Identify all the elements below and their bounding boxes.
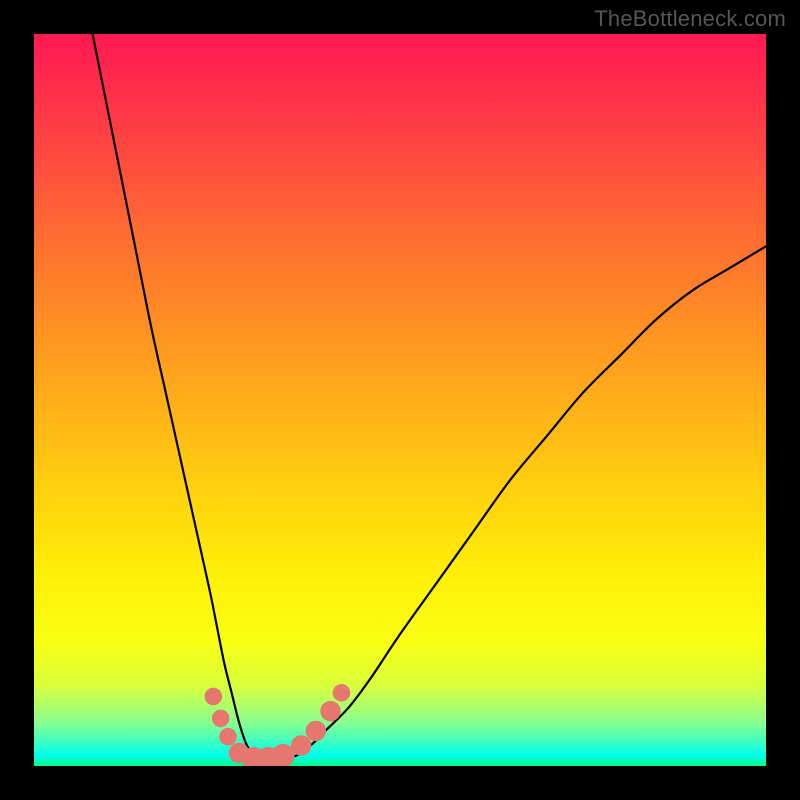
bottleneck-curve — [93, 34, 766, 759]
curve-marker — [306, 721, 326, 741]
chart-svg — [34, 34, 766, 766]
curve-marker — [212, 710, 230, 728]
chart-frame: TheBottleneck.com — [0, 0, 800, 800]
curve-marker — [320, 701, 340, 721]
curve-marker — [271, 744, 294, 766]
curve-marker — [291, 735, 311, 755]
chart-plot-area — [34, 34, 766, 766]
curve-markers — [205, 684, 351, 766]
curve-marker — [205, 688, 223, 706]
curve-marker — [219, 728, 237, 746]
watermark-text: TheBottleneck.com — [594, 6, 786, 32]
curve-marker — [333, 684, 351, 702]
